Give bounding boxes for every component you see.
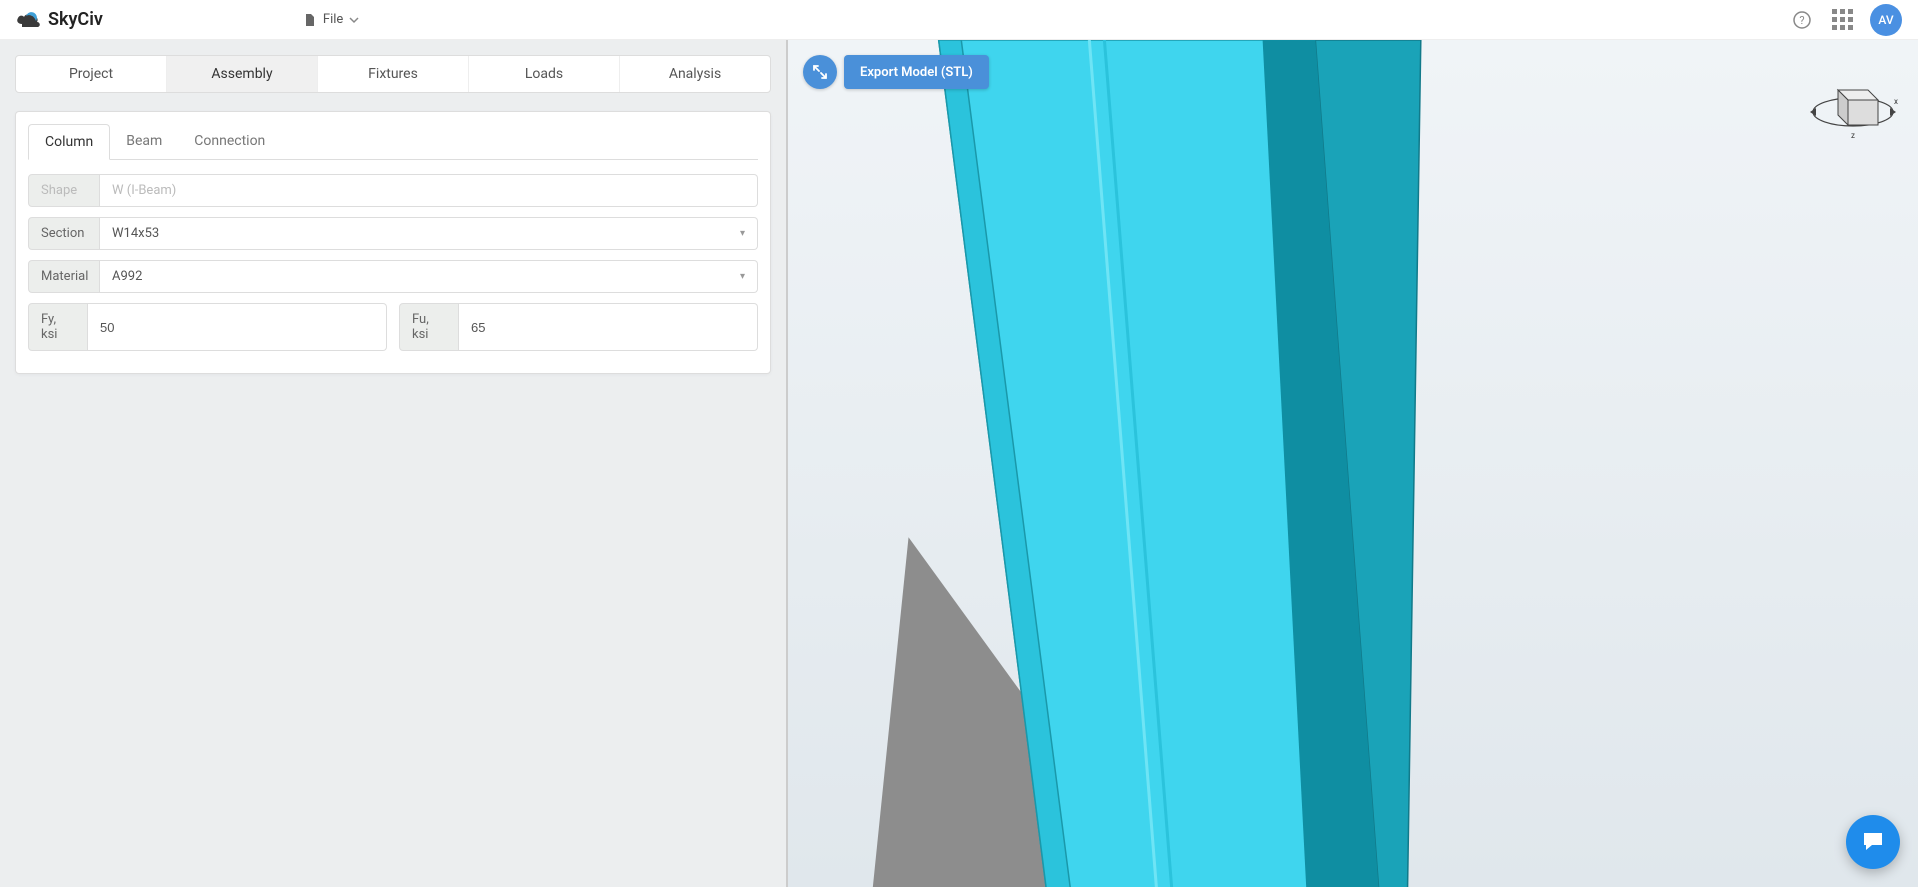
svg-text:?: ? [1799, 14, 1804, 27]
left-panel: Project Assembly Fixtures Loads Analysis… [0, 40, 786, 887]
axis-z-label: z [1851, 131, 1855, 140]
viewport-3d[interactable]: Export Model (STL) x z [786, 40, 1918, 887]
help-icon: ? [1793, 11, 1811, 29]
brand-icon [16, 10, 42, 30]
apps-grid-icon [1832, 9, 1853, 30]
main-tabs: Project Assembly Fixtures Loads Analysis [15, 55, 771, 93]
axis-x-label: x [1894, 97, 1898, 106]
section-select[interactable]: W14x53 ▾ [100, 217, 758, 250]
material-select[interactable]: A992 ▾ [100, 260, 758, 293]
file-menu-label: File [323, 12, 343, 27]
section-label: Section [28, 217, 100, 250]
tab-loads[interactable]: Loads [469, 56, 620, 92]
fy-label: Fy, ksi [28, 303, 88, 351]
material-value: A992 [112, 269, 142, 284]
tab-analysis[interactable]: Analysis [620, 56, 770, 92]
top-bar: SkyCiv File ? AV [0, 0, 1918, 40]
tab-assembly[interactable]: Assembly [167, 56, 318, 92]
tab-fixtures[interactable]: Fixtures [318, 56, 469, 92]
fu-label: Fu, ksi [399, 303, 459, 351]
fu-pair: Fu, ksi [399, 303, 758, 351]
column-render [788, 40, 1918, 887]
assembly-subtabs: Column Beam Connection [28, 124, 758, 160]
subtab-column[interactable]: Column [28, 124, 110, 160]
apps-button[interactable] [1830, 8, 1854, 32]
row-shape: Shape W (I-Beam) [28, 174, 758, 207]
fu-input[interactable] [471, 320, 745, 335]
fy-input[interactable] [100, 320, 374, 335]
subtab-connection[interactable]: Connection [178, 124, 281, 159]
material-label: Material [28, 260, 100, 293]
assembly-panel: Column Beam Connection Shape W (I-Beam) … [15, 111, 771, 374]
expand-viewport-button[interactable] [803, 55, 837, 89]
user-avatar[interactable]: AV [1870, 4, 1902, 36]
file-icon [303, 13, 317, 27]
tab-project[interactable]: Project [16, 56, 167, 92]
avatar-initials: AV [1878, 13, 1893, 27]
main-split: Project Assembly Fixtures Loads Analysis… [0, 40, 1918, 887]
fy-input-wrap [88, 303, 387, 351]
brand-logo: SkyCiv [16, 9, 103, 30]
chevron-down-icon [349, 15, 359, 25]
expand-icon [812, 64, 828, 80]
caret-down-icon: ▾ [740, 228, 745, 239]
brand-name: SkyCiv [48, 9, 103, 30]
subtab-beam[interactable]: Beam [110, 124, 178, 159]
chat-icon [1860, 829, 1886, 855]
shape-value: W (I-Beam) [100, 174, 758, 207]
fy-pair: Fy, ksi [28, 303, 387, 351]
export-model-label: Export Model (STL) [860, 65, 973, 80]
caret-down-icon: ▾ [740, 271, 745, 282]
row-material: Material A992 ▾ [28, 260, 758, 293]
file-menu[interactable]: File [303, 12, 365, 27]
row-strength: Fy, ksi Fu, ksi [28, 303, 758, 351]
help-button[interactable]: ? [1790, 8, 1814, 32]
shape-label: Shape [28, 174, 100, 207]
fu-input-wrap [459, 303, 758, 351]
section-value: W14x53 [112, 226, 159, 241]
row-section: Section W14x53 ▾ [28, 217, 758, 250]
export-model-button[interactable]: Export Model (STL) [844, 55, 989, 89]
orientation-cube[interactable]: x z [1808, 70, 1898, 140]
chat-support-button[interactable] [1846, 815, 1900, 869]
top-right-icons: ? AV [1790, 4, 1902, 36]
